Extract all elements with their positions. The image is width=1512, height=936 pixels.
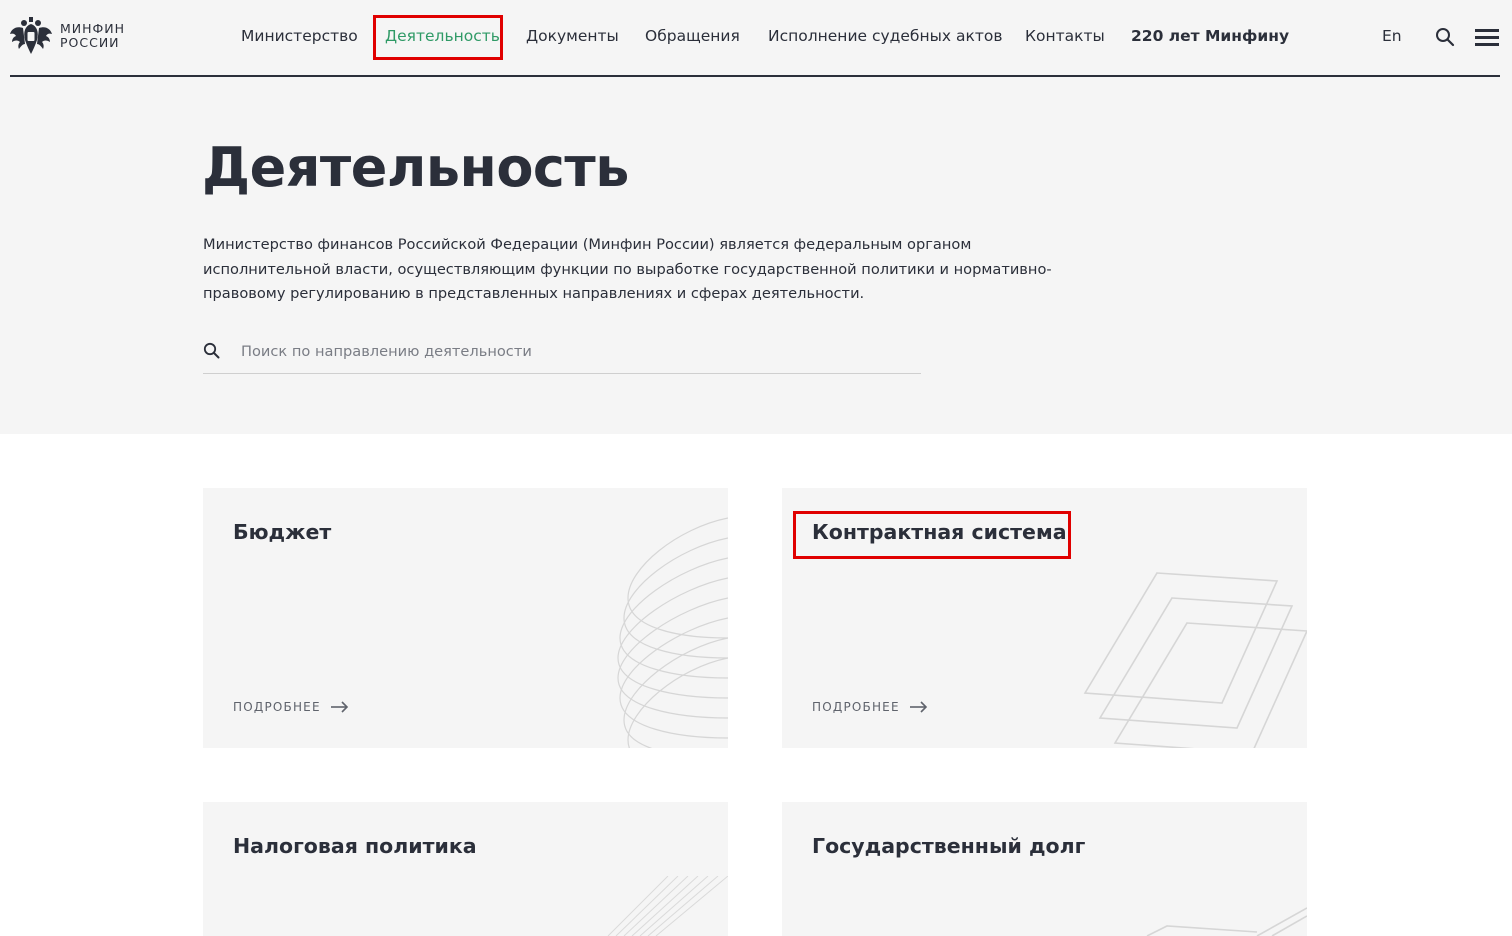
header-divider — [10, 75, 1500, 77]
card-title: Бюджет — [233, 520, 332, 544]
nav-item-court-acts[interactable]: Исполнение судебных актов — [768, 27, 1002, 45]
coins-stack-graphic — [617, 517, 728, 748]
activity-search — [203, 332, 921, 374]
logo-line-2: РОССИИ — [60, 35, 120, 50]
page-title: Деятельность — [202, 136, 629, 199]
card-tax-policy[interactable]: Налоговая политика — [203, 802, 728, 936]
arrow-right-icon — [330, 701, 348, 713]
site-logo[interactable]: МИНФИН РОССИИ — [9, 14, 125, 58]
logo-text: МИНФИН РОССИИ — [60, 22, 125, 50]
header-search-button[interactable] — [1435, 27, 1457, 49]
card-more-link[interactable]: ПОДРОБНЕЕ — [233, 700, 349, 714]
card-more-link[interactable]: ПОДРОБНЕЕ — [812, 700, 928, 714]
card-public-debt[interactable]: Государственный долг — [782, 802, 1307, 936]
nav-item-activity[interactable]: Деятельность — [385, 27, 500, 45]
nav-item-220-years[interactable]: 220 лет Минфину — [1131, 27, 1289, 45]
card-contract-system[interactable]: Контрактная система ПОДРОБНЕЕ — [782, 488, 1307, 748]
sheet-outline-graphic — [1146, 907, 1307, 936]
card-title: Контрактная система — [812, 520, 1067, 544]
intro-text: Министерство финансов Российской Федерац… — [203, 236, 1052, 302]
more-label: ПОДРОБНЕЕ — [233, 700, 321, 714]
double-headed-eagle-icon — [10, 17, 52, 54]
logo-line-1: МИНФИН — [60, 21, 126, 36]
card-budget[interactable]: Бюджет ПОДРОБНЕЕ — [203, 488, 728, 748]
hamburger-menu-icon[interactable] — [1475, 26, 1499, 48]
search-icon — [1436, 28, 1455, 47]
site-header: МИНФИН РОССИИ Министерство Деятельность … — [0, 0, 1512, 78]
activity-search-input[interactable] — [241, 338, 901, 364]
search-icon — [203, 342, 220, 359]
diagonal-lines-graphic — [607, 876, 728, 936]
more-label: ПОДРОБНЕЕ — [812, 700, 900, 714]
card-title: Государственный долг — [812, 834, 1086, 858]
nav-item-documents[interactable]: Документы — [526, 27, 619, 45]
arrow-right-icon — [909, 701, 927, 713]
card-title: Налоговая политика — [233, 834, 477, 858]
language-switch[interactable]: En — [1382, 27, 1402, 45]
nav-item-ministry[interactable]: Министерство — [241, 27, 358, 45]
nav-item-appeals[interactable]: Обращения — [645, 27, 740, 45]
stacked-sheets-graphic — [1083, 572, 1307, 748]
nav-item-contacts[interactable]: Контакты — [1025, 27, 1105, 45]
